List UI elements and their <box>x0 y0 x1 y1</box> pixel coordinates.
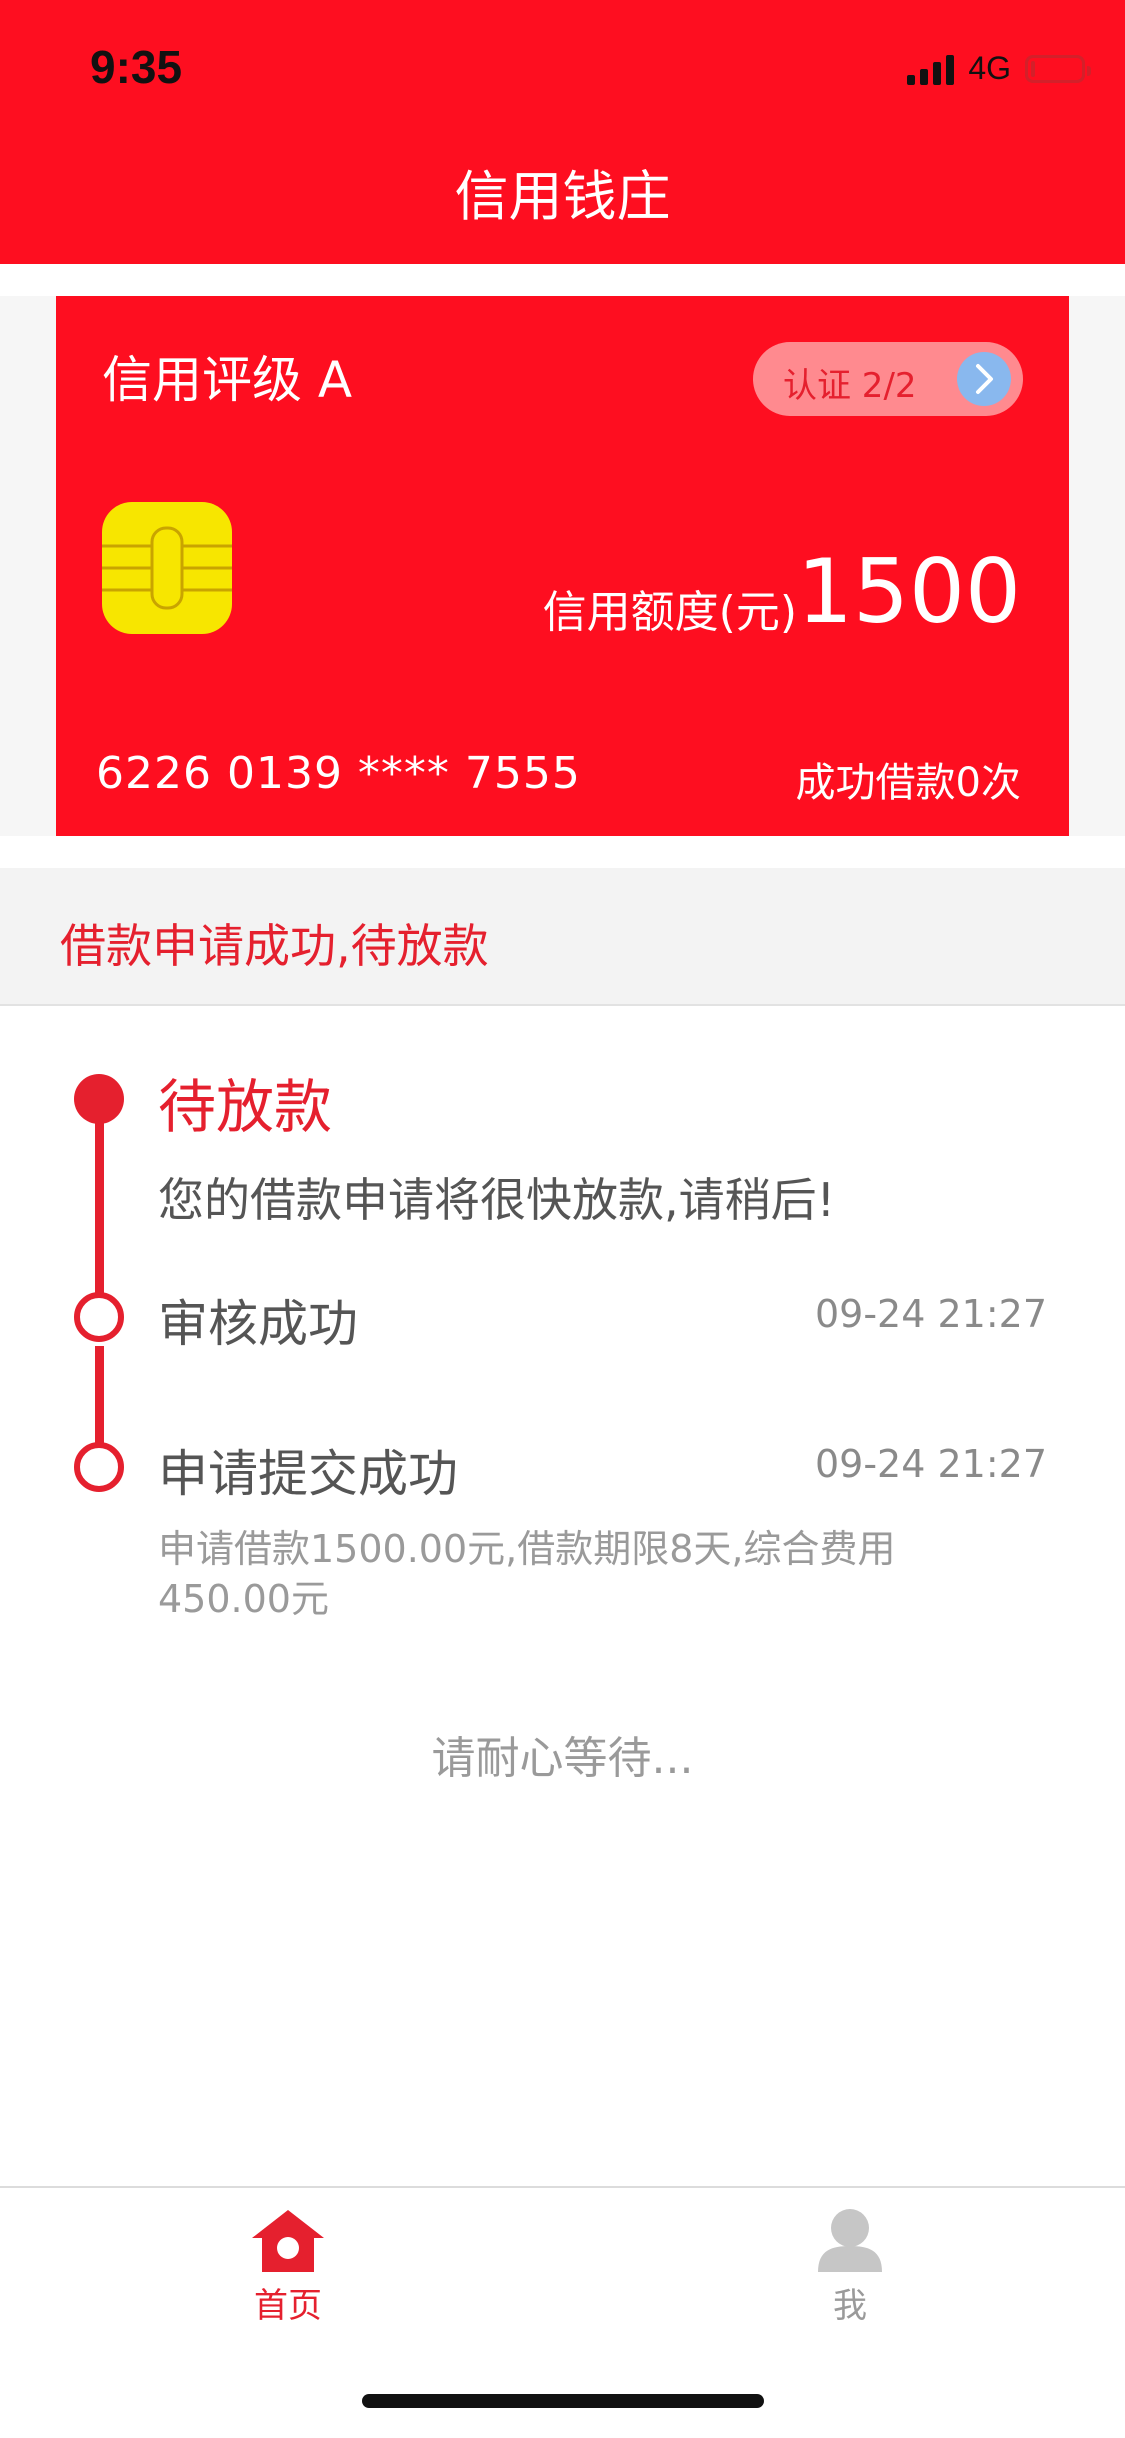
credit-limit-label: 信用额度(元) <box>542 587 797 638</box>
tab-label: 我 <box>833 2286 867 2326</box>
timeline-step-title: 申请提交成功 <box>158 1445 458 1503</box>
success-loan-count: 成功借款0次 <box>795 760 1021 806</box>
loan-status-text: 借款申请成功,待放款 <box>60 919 489 973</box>
timeline-line <box>95 1100 104 1314</box>
timeline-dot-active <box>74 1074 124 1124</box>
status-icons: 4G <box>907 50 1091 87</box>
tab-me[interactable]: 我 <box>780 2208 920 2327</box>
timeline-dot <box>74 1292 124 1342</box>
network-type: 4G <box>968 50 1011 86</box>
timeline-step-desc: 申请借款1500.00元,借款期限8天,综合费用450.00元 <box>158 1527 896 1621</box>
signal-icon <box>907 53 955 85</box>
timeline-line <box>95 1346 104 1446</box>
card-chip-icon <box>102 502 232 634</box>
credit-limit-value: 1500 <box>797 540 1021 643</box>
page-title: 信用钱庄 <box>454 165 671 228</box>
certification-label: 认证 2/2 <box>783 366 917 406</box>
chevron-right-icon <box>957 352 1011 406</box>
timeline-dot <box>74 1442 124 1492</box>
tab-label: 首页 <box>254 2286 322 2326</box>
timeline-step-time: 09-24 21:27 <box>814 1292 1047 1336</box>
timeline-step-time: 09-24 21:27 <box>814 1442 1047 1486</box>
status-time: 9:35 <box>90 41 183 93</box>
home-icon <box>252 2210 324 2272</box>
tab-home[interactable]: 首页 <box>218 2208 358 2327</box>
timeline-step-desc: 您的借款申请将很快放款,请稍后! <box>158 1173 836 1227</box>
credit-card: 信用评级 A 认证 2/2 信用额度(元) 1500 6226 0139 ***… <box>56 296 1069 836</box>
timeline-step-title: 待放款 <box>158 1073 333 1141</box>
battery-icon <box>1025 54 1091 83</box>
home-indicator <box>362 2394 764 2408</box>
card-number: 6226 0139 **** 7555 <box>96 748 581 799</box>
certification-button[interactable]: 认证 2/2 <box>753 342 1023 416</box>
user-icon <box>818 2209 882 2272</box>
header: 9:35 4G 信用钱庄 <box>0 0 1125 264</box>
credit-rating: 信用评级 A <box>102 351 353 409</box>
timeline-step-title: 审核成功 <box>158 1295 358 1353</box>
wait-message: 请耐心等待... <box>431 1733 694 1784</box>
loan-status-banner: 借款申请成功,待放款 <box>0 868 1125 1006</box>
